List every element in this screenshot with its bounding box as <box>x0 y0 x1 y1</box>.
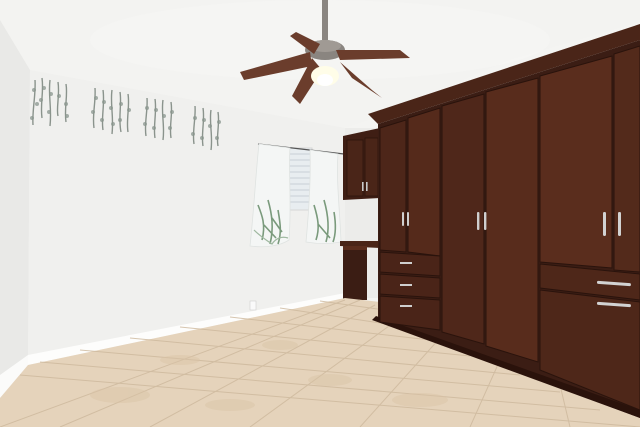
drawer-handle-icon <box>400 284 412 286</box>
wardrobe-upper-doors-left <box>379 107 441 257</box>
drawer-handle-icon <box>400 305 412 307</box>
wardrobe-drawers <box>379 251 441 331</box>
room-photo <box>0 0 640 427</box>
wardrobe-tall-doors <box>441 77 539 363</box>
wardrobe-upper-doors-right <box>539 45 640 273</box>
door-handle-icon <box>618 212 621 236</box>
drawer-handle-icon <box>400 262 412 264</box>
door-handle-icon <box>603 212 606 236</box>
upper-cabinet <box>343 128 380 200</box>
curtain-right <box>305 149 342 244</box>
door-handle-icon <box>402 212 404 226</box>
door-handle-icon <box>484 212 487 230</box>
left-wall <box>0 20 30 398</box>
door-handle-icon <box>407 212 409 226</box>
outlet <box>249 300 257 311</box>
door-handle-icon <box>477 212 480 230</box>
